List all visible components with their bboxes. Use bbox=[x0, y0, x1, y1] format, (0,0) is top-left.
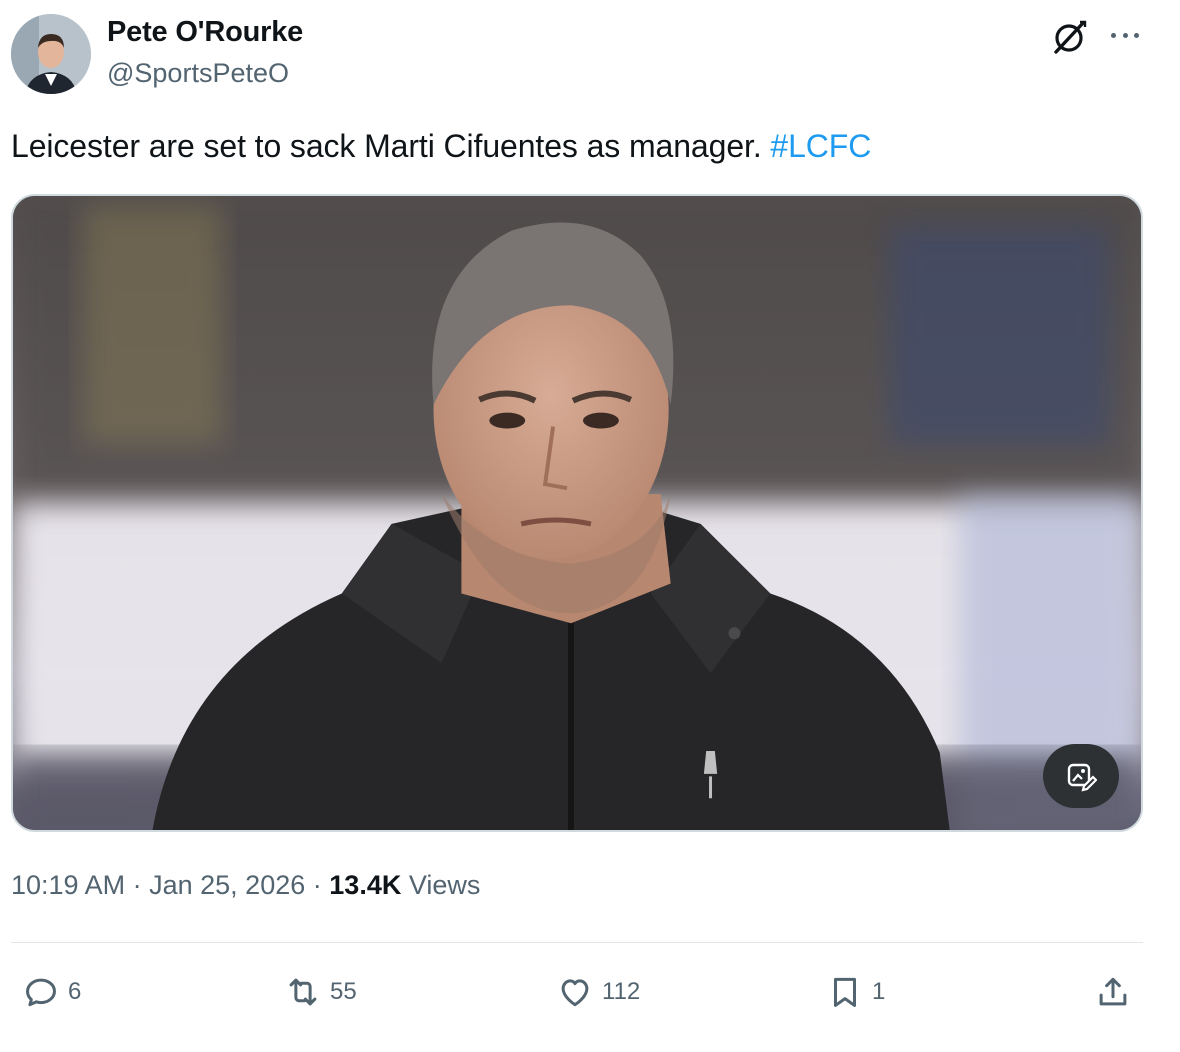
views-label: Views bbox=[408, 870, 481, 900]
share-button[interactable] bbox=[1094, 968, 1132, 1016]
author-avatar[interactable] bbox=[11, 14, 91, 94]
hashtag-link[interactable]: #LCFC bbox=[770, 128, 871, 164]
repost-icon bbox=[289, 978, 317, 1006]
image-edit-icon bbox=[1067, 763, 1097, 792]
grok-button[interactable] bbox=[1050, 18, 1088, 56]
meta-separator: · bbox=[312, 870, 322, 900]
bookmark-count: 1 bbox=[872, 978, 886, 1005]
share-icon bbox=[1099, 977, 1127, 1006]
reply-count: 6 bbox=[68, 978, 82, 1005]
tweet-image[interactable] bbox=[11, 194, 1143, 832]
tweet-text: Leicester are set to sack Marti Cifuente… bbox=[11, 126, 871, 166]
bookmark-icon bbox=[833, 977, 857, 1007]
tweet-body: Leicester are set to sack Marti Cifuente… bbox=[11, 128, 762, 164]
like-count: 112 bbox=[602, 978, 641, 1005]
meta-separator: · bbox=[132, 870, 142, 900]
divider bbox=[11, 942, 1143, 943]
repost-count: 55 bbox=[330, 978, 357, 1005]
photo-manager-portrait bbox=[13, 196, 1141, 830]
tweet-time[interactable]: 10:19 AM bbox=[11, 870, 125, 900]
bookmark-button[interactable]: 1 bbox=[826, 968, 885, 1016]
repost-button[interactable]: 55 bbox=[284, 968, 357, 1016]
views-count: 13.4K bbox=[329, 870, 402, 900]
heart-icon bbox=[561, 979, 589, 1007]
author-handle[interactable]: @SportsPeteO bbox=[107, 58, 289, 89]
author-display-name[interactable]: Pete O'Rourke bbox=[107, 16, 303, 49]
tweet-metadata: 10:19 AM · Jan 25, 2026 · 13.4K Views bbox=[11, 870, 480, 901]
tweet-date[interactable]: Jan 25, 2026 bbox=[149, 870, 305, 900]
like-button[interactable]: 112 bbox=[556, 968, 640, 1016]
more-options-button[interactable] bbox=[1108, 20, 1142, 50]
reply-icon bbox=[26, 978, 56, 1007]
grok-icon bbox=[1054, 20, 1087, 54]
image-edit-button[interactable] bbox=[1043, 744, 1119, 808]
more-dots-icon bbox=[1111, 32, 1116, 38]
reply-button[interactable]: 6 bbox=[22, 968, 81, 1016]
